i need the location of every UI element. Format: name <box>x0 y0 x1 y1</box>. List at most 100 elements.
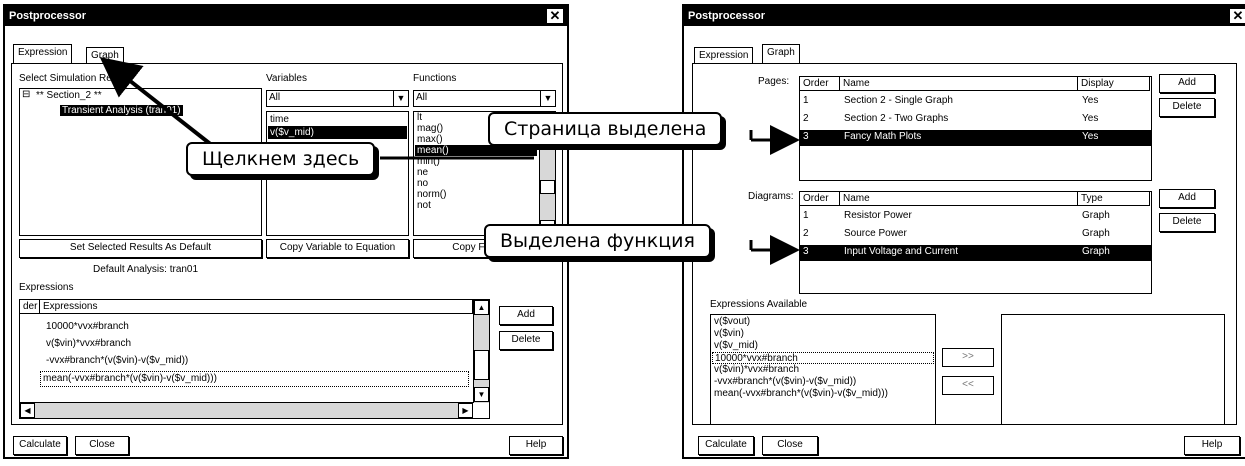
scroll-thumb[interactable] <box>540 180 555 194</box>
set-default-results-button[interactable]: Set Selected Results As Default <box>19 239 262 258</box>
available-expression-focused[interactable]: 10000*vvx#branch <box>712 352 934 364</box>
close-button[interactable]: Close <box>75 436 129 455</box>
expression-row[interactable]: v($vin)*vvx#branch <box>44 337 469 353</box>
expr-header-order[interactable]: der <box>20 300 40 314</box>
page-name: Section 2 - Two Graphs <box>844 113 949 124</box>
function-item[interactable]: not <box>415 200 537 211</box>
help-button[interactable]: Help <box>509 436 563 455</box>
diagrams-label: Diagrams: <box>748 191 794 202</box>
diagram-row[interactable]: 1 Resistor Power Graph <box>800 209 1151 225</box>
expressions-table: der Expressions 10000*vvx#branch v($vin)… <box>19 299 490 419</box>
page-order: 3 <box>803 131 809 142</box>
scroll-up-icon[interactable]: ▲ <box>474 300 489 315</box>
expressions-hscroll[interactable]: ◀ ▶ <box>20 402 473 418</box>
available-expression[interactable]: v($vout) <box>712 316 934 328</box>
move-right-button[interactable]: >> <box>942 348 994 367</box>
scroll-right-icon[interactable]: ▶ <box>458 403 473 418</box>
diagram-order: 2 <box>803 228 809 239</box>
function-item[interactable]: ne <box>415 167 537 178</box>
expressions-available-label: Expressions Available <box>710 299 808 310</box>
diagrams-table: Order Name Type 1 Resistor Power Graph 2… <box>799 191 1152 294</box>
delete-page-button[interactable]: Delete <box>1159 98 1215 117</box>
chevron-down-icon[interactable]: ▼ <box>540 91 555 106</box>
expressions-section-label: Expressions <box>19 282 74 293</box>
right-tab-expression[interactable]: Expression <box>694 47 754 63</box>
left-tab-graph[interactable]: Graph <box>86 47 124 63</box>
diagram-order: 3 <box>803 246 809 257</box>
diagram-type: Graph <box>1082 228 1110 239</box>
variables-label: Variables <box>266 73 307 84</box>
page-order: 2 <box>803 113 809 124</box>
functions-filter-value: All <box>416 92 428 103</box>
left-tab-expression[interactable]: Expression <box>13 44 73 63</box>
right-close-icon[interactable]: ✕ <box>1229 8 1245 24</box>
diagram-name: Resistor Power <box>844 210 912 221</box>
available-expression[interactable]: v($vin) <box>712 328 934 340</box>
diagrams-header-name[interactable]: Name <box>840 192 1078 206</box>
expr-header-expressions[interactable]: Expressions <box>40 300 473 314</box>
page-row-selected[interactable]: 3 Fancy Math Plots Yes <box>800 130 1151 146</box>
available-expression[interactable]: -vvx#branch*(v($vin)-v($v_mid)) <box>712 376 934 388</box>
scroll-left-icon[interactable]: ◀ <box>20 403 35 418</box>
scroll-down-icon[interactable]: ▼ <box>474 387 489 402</box>
add-diagram-button[interactable]: Add <box>1159 189 1215 208</box>
function-item[interactable]: no <box>415 178 537 189</box>
diagram-name: Input Voltage and Current <box>844 246 958 257</box>
diagram-row-selected[interactable]: 3 Input Voltage and Current Graph <box>800 245 1151 261</box>
help-button[interactable]: Help <box>1184 436 1240 455</box>
available-expression[interactable]: v($v_mid) <box>712 340 934 352</box>
delete-expression-button[interactable]: Delete <box>499 331 553 350</box>
expression-row[interactable]: 10000*vvx#branch <box>44 320 469 336</box>
diagrams-header-type[interactable]: Type <box>1078 192 1150 206</box>
pages-header-name[interactable]: Name <box>840 77 1078 91</box>
page-row[interactable]: 1 Section 2 - Single Graph Yes <box>800 94 1151 110</box>
right-postprocessor-dialog: Postprocessor ✕ Expression Graph Pages: … <box>682 4 1245 459</box>
expression-row-focused[interactable]: mean(-vvx#branch*(v($vin)-v($v_mid))) <box>40 371 469 387</box>
variables-filter-select[interactable]: All ▼ <box>266 90 409 107</box>
pages-table: Order Name Display 1 Section 2 - Single … <box>799 76 1152 181</box>
diagram-row[interactable]: 2 Source Power Graph <box>800 227 1151 243</box>
diagrams-header-order[interactable]: Order <box>800 192 840 206</box>
page-name: Section 2 - Single Graph <box>844 95 953 106</box>
available-expression[interactable]: mean(-vvx#branch*(v($vin)-v($v_mid))) <box>712 388 934 400</box>
function-item[interactable]: min() <box>415 156 537 167</box>
callout-page-selected: Страница выделена <box>488 112 723 146</box>
add-page-button[interactable]: Add <box>1159 74 1215 93</box>
calculate-button[interactable]: Calculate <box>13 436 67 455</box>
tree-root-section[interactable]: ** Section_2 ** <box>36 90 102 101</box>
expression-row[interactable]: -vvx#branch*(v($vin)-v($v_mid)) <box>44 354 469 370</box>
pages-header-display[interactable]: Display <box>1078 77 1150 91</box>
add-expression-button[interactable]: Add <box>499 306 553 325</box>
functions-label: Functions <box>413 73 457 84</box>
diagram-name: Source Power <box>844 228 907 239</box>
close-button[interactable]: Close <box>762 436 818 455</box>
tree-expander-icon[interactable]: ⊟ <box>22 89 30 100</box>
left-close-icon[interactable]: ✕ <box>546 8 564 24</box>
move-left-button[interactable]: << <box>942 376 994 395</box>
page-display: Yes <box>1082 95 1099 106</box>
delete-diagram-button[interactable]: Delete <box>1159 213 1215 232</box>
default-analysis-label: Default Analysis: tran01 <box>93 264 199 275</box>
variable-item[interactable]: time <box>268 113 407 126</box>
pages-header-order[interactable]: Order <box>800 77 840 91</box>
copy-variable-button[interactable]: Copy Variable to Equation <box>266 239 409 258</box>
expressions-vscroll[interactable]: ▲ ▼ <box>473 300 489 403</box>
callout-function-selected: Выделена функция <box>484 224 711 258</box>
function-item-selected[interactable]: mean() <box>415 145 537 156</box>
right-tab-graph[interactable]: Graph <box>762 44 800 63</box>
scroll-thumb[interactable] <box>474 350 489 380</box>
function-item[interactable]: norm() <box>415 189 537 200</box>
select-results-label: Select Simulation Results <box>19 73 133 84</box>
tree-child-transient[interactable]: Transient Analysis (tran01) <box>60 105 183 116</box>
chevron-down-icon[interactable]: ▼ <box>393 91 408 106</box>
functions-filter-select[interactable]: All ▼ <box>413 90 556 107</box>
page-row[interactable]: 2 Section 2 - Two Graphs Yes <box>800 112 1151 128</box>
calculate-button[interactable]: Calculate <box>698 436 754 455</box>
page-name: Fancy Math Plots <box>844 131 922 142</box>
selected-expressions-list[interactable] <box>1001 314 1225 425</box>
left-title: Postprocessor <box>9 10 87 22</box>
left-title-bar: Postprocessor <box>5 6 567 26</box>
variable-item[interactable]: v($v_mid) <box>268 126 407 139</box>
right-title: Postprocessor <box>688 10 766 22</box>
available-expression[interactable]: v($vin)*vvx#branch <box>712 364 934 376</box>
